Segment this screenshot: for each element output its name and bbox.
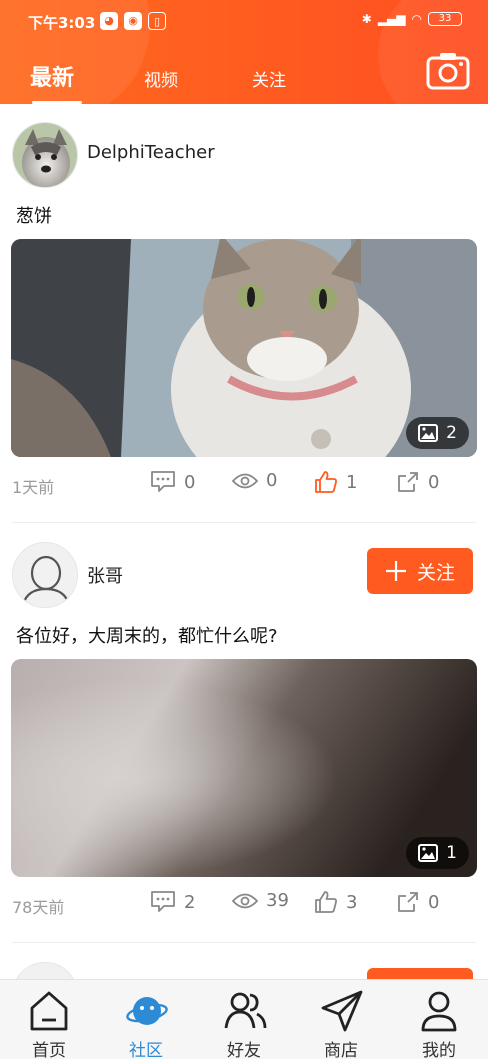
avatar[interactable]	[12, 122, 78, 188]
gallery-icon	[418, 424, 439, 442]
share-icon	[398, 472, 418, 492]
tab-video[interactable]: 视频	[144, 66, 178, 91]
bottom-navigation: 首页 社区 好友 商店 我的	[0, 979, 488, 1059]
like-stat[interactable]: 3	[314, 890, 357, 914]
like-stat[interactable]: 1	[314, 470, 357, 494]
like-count: 3	[346, 891, 358, 913]
planet-icon	[126, 997, 168, 1025]
profile-icon	[421, 991, 457, 1032]
home-icon	[30, 991, 68, 1031]
camera-icon	[426, 53, 470, 90]
bluetooth-icon: ✱	[361, 12, 372, 26]
friends-icon	[224, 992, 267, 1029]
app-header: 下午3:03 ◕ ◉ ▯ ✱ ▂▄▆ ◠ 33 最新 视频 关注	[0, 0, 488, 104]
share-stat[interactable]: 0	[396, 890, 439, 914]
nav-label: 首页	[32, 1041, 66, 1059]
nav-store[interactable]: 商店	[301, 990, 381, 1059]
post-meta: 78天前 2 39 3 0	[0, 890, 488, 920]
send-icon	[321, 990, 363, 1032]
husky-avatar-image	[13, 123, 77, 187]
comment-stat[interactable]: 2	[150, 890, 195, 914]
wifi-icon: ◠	[411, 12, 422, 26]
divider	[12, 522, 476, 523]
post-card: 张哥 关注 各位好，大周末的，都忙什么呢? 1 78天前 2 39 3 0	[0, 524, 488, 944]
comment-icon	[151, 891, 175, 912]
view-stat: 0	[232, 470, 277, 491]
share-stat[interactable]: 0	[396, 470, 439, 494]
comment-count: 0	[184, 471, 196, 493]
thumbs-up-icon	[315, 471, 337, 493]
share-count: 0	[428, 891, 440, 913]
nav-label: 我的	[422, 1041, 456, 1059]
nav-friends[interactable]: 好友	[204, 990, 284, 1059]
post-text[interactable]: 各位好，大周末的，都忙什么呢?	[16, 622, 278, 648]
thumbs-up-icon	[315, 891, 337, 913]
nav-home[interactable]: 首页	[9, 990, 89, 1059]
nav-community[interactable]: 社区	[106, 990, 186, 1059]
camera-button[interactable]	[426, 52, 470, 90]
comment-icon	[151, 471, 175, 492]
eye-icon	[232, 473, 258, 488]
image-count-badge: 1	[406, 837, 469, 869]
eye-icon	[232, 893, 258, 908]
post-time: 1天前	[12, 478, 55, 497]
avatar[interactable]	[12, 542, 78, 608]
signal-icon: ▂▄▆	[377, 12, 406, 26]
follow-button[interactable]: 关注	[367, 548, 473, 594]
feed-tabs: 最新 视频 关注	[0, 58, 488, 104]
view-count: 39	[266, 890, 289, 911]
share-icon	[398, 892, 418, 912]
status-indicators: ✱ ▂▄▆ ◠ 33	[362, 12, 462, 26]
wechat-icon: ◉	[124, 12, 142, 30]
nav-label: 社区	[129, 1041, 163, 1059]
status-time: 下午3:03	[28, 14, 96, 32]
divider	[12, 942, 476, 943]
status-app-icons: ◕ ◉ ▯	[100, 12, 166, 30]
post-meta: 1天前 0 0 1 0	[0, 470, 488, 500]
share-count: 0	[428, 471, 440, 493]
image-count-badge: 2	[406, 417, 469, 449]
tab-latest[interactable]: 最新	[30, 60, 83, 104]
image-count: 2	[446, 423, 457, 443]
image-count: 1	[446, 843, 457, 863]
avatar[interactable]	[12, 962, 78, 979]
battery-icon: 33	[428, 12, 462, 26]
post-text[interactable]: 葱饼	[16, 202, 52, 228]
status-bar: 下午3:03 ◕ ◉ ▯ ✱ ▂▄▆ ◠ 33	[0, 8, 488, 36]
username[interactable]: 张哥	[87, 562, 123, 588]
post-image[interactable]: 1	[11, 659, 477, 877]
nav-label: 好友	[227, 1041, 261, 1059]
view-count: 0	[266, 470, 278, 491]
post-card: DelphiTeacher 葱饼 2 1天前 0 0 1 0	[0, 104, 488, 524]
tab-following[interactable]: 关注	[252, 66, 286, 91]
like-count: 1	[346, 471, 358, 493]
post-time: 78天前	[12, 898, 65, 917]
plus-icon	[385, 561, 406, 581]
default-avatar-icon	[13, 543, 77, 607]
post-card	[0, 944, 488, 979]
comment-stat[interactable]: 0	[150, 470, 195, 494]
gallery-icon	[418, 844, 439, 862]
nav-label: 商店	[324, 1041, 358, 1059]
qq-icon: ◕	[100, 12, 118, 30]
nav-profile[interactable]: 我的	[399, 990, 479, 1059]
comment-count: 2	[184, 891, 196, 913]
follow-label: 关注	[416, 561, 455, 584]
username[interactable]: DelphiTeacher	[87, 142, 215, 163]
tag-icon: ▯	[148, 12, 166, 30]
view-stat: 39	[232, 890, 289, 911]
follow-button[interactable]	[367, 968, 473, 979]
post-feed[interactable]: DelphiTeacher 葱饼 2 1天前 0 0 1 0 张哥 关注 各位好…	[0, 104, 488, 979]
post-image[interactable]: 2	[11, 239, 477, 457]
